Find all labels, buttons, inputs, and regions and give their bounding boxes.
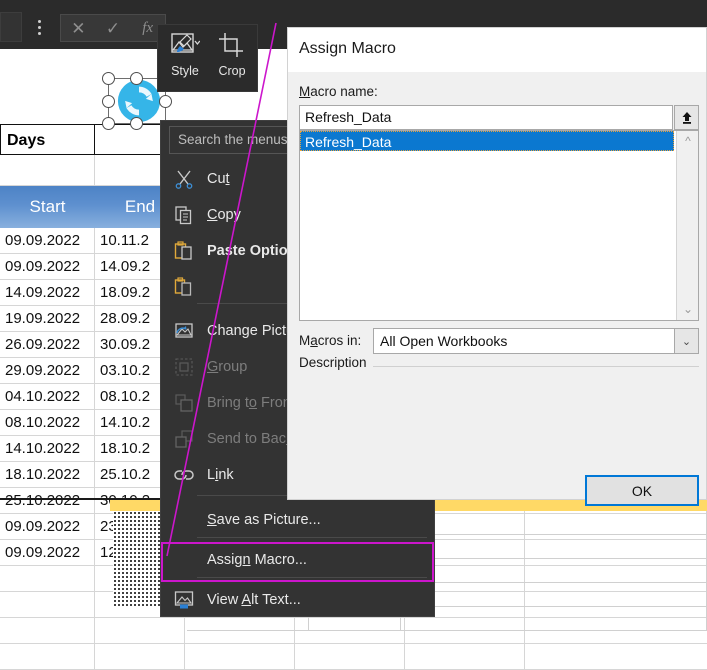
link-icon [161, 457, 207, 493]
cell-start[interactable]: 19.09.2022 [0, 306, 95, 331]
cell-empty[interactable] [405, 644, 525, 669]
ok-button[interactable]: OK [585, 475, 699, 506]
cell-start[interactable]: 09.09.2022 [0, 228, 95, 253]
resize-handle-w[interactable] [102, 95, 115, 108]
macros-in-value: All Open Workbooks [380, 329, 507, 353]
context-menu-item-label: View Alt Text... [207, 592, 301, 608]
scissors-icon [161, 161, 207, 197]
cell-start[interactable]: 18.10.2022 [0, 462, 95, 487]
context-menu-item-label: Cut [207, 171, 230, 187]
cell-start[interactable]: 14.10.2022 [0, 436, 95, 461]
context-menu-item-label: Copy [207, 207, 241, 223]
context-menu-item-label: Send to Back [207, 431, 293, 447]
scroll-down-icon[interactable]: ⌄ [677, 299, 699, 319]
paste-icon [161, 233, 207, 269]
bring-to-front-icon [161, 385, 207, 421]
context-menu-separator [197, 537, 427, 538]
context-menu-item-label: Save as Picture... [207, 512, 321, 528]
context-menu-item-label: Change Pictu [207, 323, 294, 339]
group-icon [161, 349, 207, 385]
dialog-titlebar: Assign Macro [288, 28, 706, 72]
alt-text-icon [161, 582, 207, 618]
resize-handle-sw[interactable] [102, 117, 115, 130]
cell-empty[interactable] [0, 566, 95, 591]
cell-empty[interactable] [401, 559, 707, 583]
resize-handle-n[interactable] [130, 72, 143, 85]
picture-mini-toolbar: Style Crop [157, 24, 258, 92]
cell-empty[interactable] [185, 644, 295, 669]
macros-in-combobox[interactable]: All Open Workbooks ⌄ [373, 328, 699, 354]
dialog-title: Assign Macro [299, 40, 396, 58]
cell-start[interactable]: 14.09.2022 [0, 280, 95, 305]
resize-handle-e[interactable] [159, 95, 172, 108]
cell-start[interactable]: 09.09.2022 [0, 540, 95, 565]
cell-start[interactable]: 25.10.2022 [0, 488, 95, 513]
cell-empty[interactable] [295, 644, 405, 669]
assign-macro-highlight [161, 542, 434, 582]
resize-handle-s[interactable] [130, 117, 143, 130]
cell-start[interactable]: 29.09.2022 [0, 358, 95, 383]
picture-style-icon [168, 29, 202, 61]
context-menu-item-label: Link [207, 467, 234, 483]
cell-start[interactable]: 09.09.2022 [0, 514, 95, 539]
send-to-back-icon [161, 421, 207, 457]
context-menu-item-label: Paste Optio [207, 243, 288, 259]
cell-empty[interactable] [401, 511, 707, 535]
cell-empty[interactable] [0, 592, 95, 617]
cell-empty[interactable] [95, 618, 185, 643]
table-row-empty[interactable] [0, 644, 707, 670]
cell-empty[interactable] [0, 618, 95, 643]
macro-name-input[interactable]: Refresh_Data [299, 105, 673, 130]
cell-start[interactable]: 26.09.2022 [0, 332, 95, 357]
macro-list-box[interactable]: Refresh_Data ^ ⌄ [299, 130, 699, 321]
cell-empty[interactable] [0, 644, 95, 669]
cell-empty[interactable] [401, 607, 707, 631]
resize-handle-nw[interactable] [102, 72, 115, 85]
context-menu-item-save-as-picture[interactable]: Save as Picture... [161, 502, 434, 538]
mini-toolbar-style-label: Style [171, 64, 199, 78]
macros-in-label: Macros in: [299, 333, 361, 348]
name-box[interactable] [0, 12, 22, 42]
crop-icon [215, 29, 249, 61]
context-menu-item-label: Group [207, 359, 247, 375]
cell-start[interactable]: 08.10.2022 [0, 410, 95, 435]
formula-bar-actions: ✕ ✓ fx [60, 14, 166, 42]
macro-name-spin-button[interactable] [674, 105, 699, 130]
cell-c-days[interactable]: Days [0, 124, 95, 155]
dialog-body: Macro name: Refresh_Data Refresh_Data ^ … [288, 72, 706, 499]
mini-toolbar-style-button[interactable]: Style [161, 29, 209, 89]
cell-empty[interactable] [401, 583, 707, 607]
close-icon[interactable]: ✕ [61, 15, 96, 41]
chevron-down-icon[interactable]: ⌄ [674, 329, 698, 353]
cell-start[interactable]: 04.10.2022 [0, 384, 95, 409]
macro-name-label: Macro name: [299, 84, 378, 99]
mini-toolbar-crop-label: Crop [218, 64, 245, 78]
cell-start[interactable]: 09.09.2022 [0, 254, 95, 279]
macro-list-item-selected[interactable]: Refresh_Data [300, 131, 674, 151]
paste-keep-formatting-icon [161, 269, 207, 305]
cell-empty[interactable] [95, 644, 185, 669]
check-icon[interactable]: ✓ [96, 15, 131, 41]
context-menu-item-view-alt-text[interactable]: View Alt Text... [161, 582, 434, 618]
copy-icon [161, 197, 207, 233]
table-header-start: Start [0, 186, 95, 228]
kebab-menu-icon[interactable] [22, 12, 56, 42]
description-rule [368, 366, 699, 367]
mini-toolbar-crop-button[interactable]: Crop [208, 29, 256, 89]
scroll-up-icon[interactable]: ^ [677, 131, 699, 151]
assign-macro-dialog: Assign Macro Macro name: Refresh_Data Re… [287, 27, 707, 500]
change-picture-icon [161, 313, 207, 349]
cell-empty[interactable] [401, 535, 707, 559]
description-label: Description [299, 355, 373, 370]
macro-list-scrollbar[interactable]: ^ ⌄ [676, 131, 698, 320]
context-menu-item-label: Bring to Fron [207, 395, 291, 411]
